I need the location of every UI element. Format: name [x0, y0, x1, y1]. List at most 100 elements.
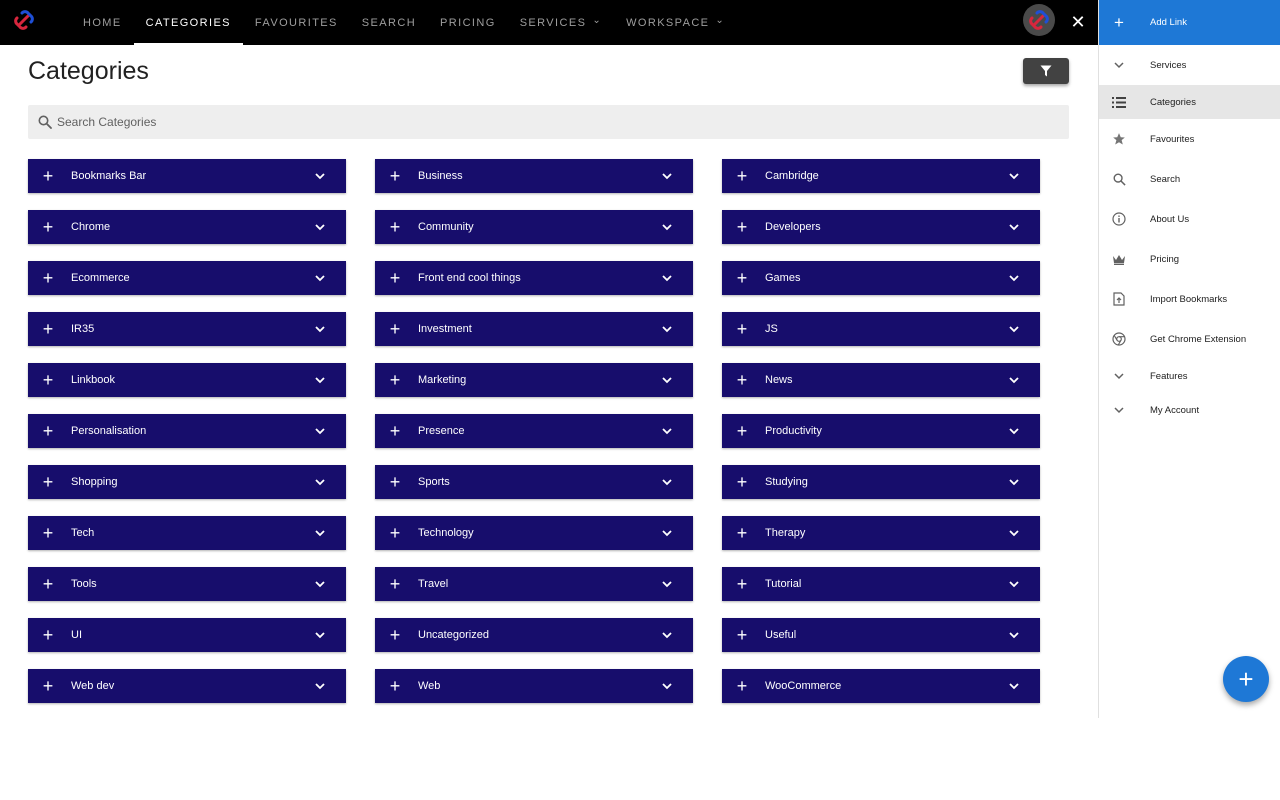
chevron-down-icon[interactable]: [641, 274, 693, 282]
plus-icon[interactable]: +: [28, 414, 68, 448]
chevron-down-icon[interactable]: [641, 376, 693, 384]
category-item[interactable]: + Business: [375, 159, 693, 193]
category-item[interactable]: + WooCommerce: [722, 669, 1040, 703]
plus-icon[interactable]: +: [28, 465, 68, 499]
plus-icon[interactable]: +: [28, 669, 68, 703]
category-item[interactable]: + Tools: [28, 567, 346, 601]
nav-categories[interactable]: CATEGORIES: [133, 0, 244, 45]
chevron-down-icon[interactable]: [641, 478, 693, 486]
category-item[interactable]: + Marketing: [375, 363, 693, 397]
category-item[interactable]: + Front end cool things: [375, 261, 693, 295]
chevron-down-icon[interactable]: [641, 580, 693, 588]
category-item[interactable]: + Sports: [375, 465, 693, 499]
category-item[interactable]: + Linkbook: [28, 363, 346, 397]
chevron-down-icon[interactable]: [988, 172, 1040, 180]
chevron-down-icon[interactable]: [641, 172, 693, 180]
plus-icon[interactable]: +: [722, 618, 762, 652]
category-item[interactable]: + Community: [375, 210, 693, 244]
chevron-down-icon[interactable]: [641, 529, 693, 537]
plus-icon[interactable]: +: [722, 465, 762, 499]
plus-icon[interactable]: +: [722, 414, 762, 448]
nav-services[interactable]: SERVICES ⌄: [508, 0, 614, 45]
chevron-down-icon[interactable]: [641, 325, 693, 333]
plus-icon[interactable]: +: [375, 312, 415, 346]
nav-favourites[interactable]: FAVOURITES: [243, 0, 350, 45]
chevron-down-icon[interactable]: [294, 376, 346, 384]
plus-icon[interactable]: +: [722, 669, 762, 703]
drawer-item-favourites[interactable]: Favourites: [1099, 119, 1280, 159]
plus-icon[interactable]: +: [28, 261, 68, 295]
chevron-down-icon[interactable]: [294, 580, 346, 588]
category-item[interactable]: + Travel: [375, 567, 693, 601]
plus-icon[interactable]: +: [722, 312, 762, 346]
chevron-down-icon[interactable]: [294, 682, 346, 690]
category-item[interactable]: + UI: [28, 618, 346, 652]
plus-icon[interactable]: +: [28, 312, 68, 346]
category-item[interactable]: + IR35: [28, 312, 346, 346]
plus-icon[interactable]: +: [375, 159, 415, 193]
category-item[interactable]: + News: [722, 363, 1040, 397]
category-item[interactable]: + Web dev: [28, 669, 346, 703]
chevron-down-icon[interactable]: [988, 427, 1040, 435]
avatar[interactable]: [1023, 4, 1055, 36]
category-item[interactable]: + Useful: [722, 618, 1040, 652]
chevron-down-icon[interactable]: [641, 223, 693, 231]
drawer-item-about-us[interactable]: About Us: [1099, 199, 1280, 239]
plus-icon[interactable]: +: [722, 210, 762, 244]
plus-icon[interactable]: +: [375, 210, 415, 244]
chevron-down-icon[interactable]: [988, 580, 1040, 588]
close-icon[interactable]: ✕: [1067, 11, 1089, 33]
plus-icon[interactable]: +: [722, 261, 762, 295]
plus-icon[interactable]: +: [28, 516, 68, 550]
nav-pricing[interactable]: PRICING: [428, 0, 508, 45]
add-fab-button[interactable]: +: [1223, 656, 1269, 702]
drawer-item-import-bookmarks[interactable]: Import Bookmarks: [1099, 279, 1280, 319]
category-item[interactable]: + Technology: [375, 516, 693, 550]
plus-icon[interactable]: +: [722, 567, 762, 601]
category-item[interactable]: + Developers: [722, 210, 1040, 244]
category-item[interactable]: + Uncategorized: [375, 618, 693, 652]
chevron-down-icon[interactable]: [988, 274, 1040, 282]
nav-search[interactable]: SEARCH: [350, 0, 428, 45]
category-item[interactable]: + Shopping: [28, 465, 346, 499]
chevron-down-icon[interactable]: [988, 631, 1040, 639]
category-item[interactable]: + Presence: [375, 414, 693, 448]
category-item[interactable]: + Therapy: [722, 516, 1040, 550]
plus-icon[interactable]: +: [722, 159, 762, 193]
chevron-down-icon[interactable]: [988, 223, 1040, 231]
plus-icon[interactable]: +: [375, 669, 415, 703]
plus-icon[interactable]: +: [375, 618, 415, 652]
drawer-item-services[interactable]: Services: [1099, 45, 1280, 85]
drawer-item-categories[interactable]: Categories: [1099, 85, 1280, 119]
category-item[interactable]: + Ecommerce: [28, 261, 346, 295]
plus-icon[interactable]: +: [28, 363, 68, 397]
chevron-down-icon[interactable]: [988, 682, 1040, 690]
chevron-down-icon[interactable]: [988, 529, 1040, 537]
chevron-down-icon[interactable]: [988, 376, 1040, 384]
chevron-down-icon[interactable]: [641, 631, 693, 639]
nav-home[interactable]: HOME: [71, 0, 134, 45]
drawer-item-get-chrome-extension[interactable]: Get Chrome Extension: [1099, 319, 1280, 359]
plus-icon[interactable]: +: [375, 363, 415, 397]
plus-icon[interactable]: +: [722, 516, 762, 550]
chevron-down-icon[interactable]: [294, 223, 346, 231]
chevron-down-icon[interactable]: [294, 427, 346, 435]
drawer-item-features[interactable]: Features: [1099, 359, 1280, 393]
drawer-item-search[interactable]: Search: [1099, 159, 1280, 199]
chevron-down-icon[interactable]: [641, 682, 693, 690]
chevron-down-icon[interactable]: [988, 325, 1040, 333]
plus-icon[interactable]: +: [375, 465, 415, 499]
drawer-item-pricing[interactable]: Pricing: [1099, 239, 1280, 279]
plus-icon[interactable]: +: [375, 414, 415, 448]
chevron-down-icon[interactable]: [294, 172, 346, 180]
chevron-down-icon[interactable]: [294, 478, 346, 486]
plus-icon[interactable]: +: [28, 618, 68, 652]
category-item[interactable]: + Tutorial: [722, 567, 1040, 601]
category-item[interactable]: + Productivity: [722, 414, 1040, 448]
chevron-down-icon[interactable]: [641, 427, 693, 435]
filter-button[interactable]: [1023, 58, 1069, 84]
category-item[interactable]: + Investment: [375, 312, 693, 346]
plus-icon[interactable]: +: [28, 159, 68, 193]
chevron-down-icon[interactable]: [294, 325, 346, 333]
logo-link-icon[interactable]: [11, 7, 37, 33]
